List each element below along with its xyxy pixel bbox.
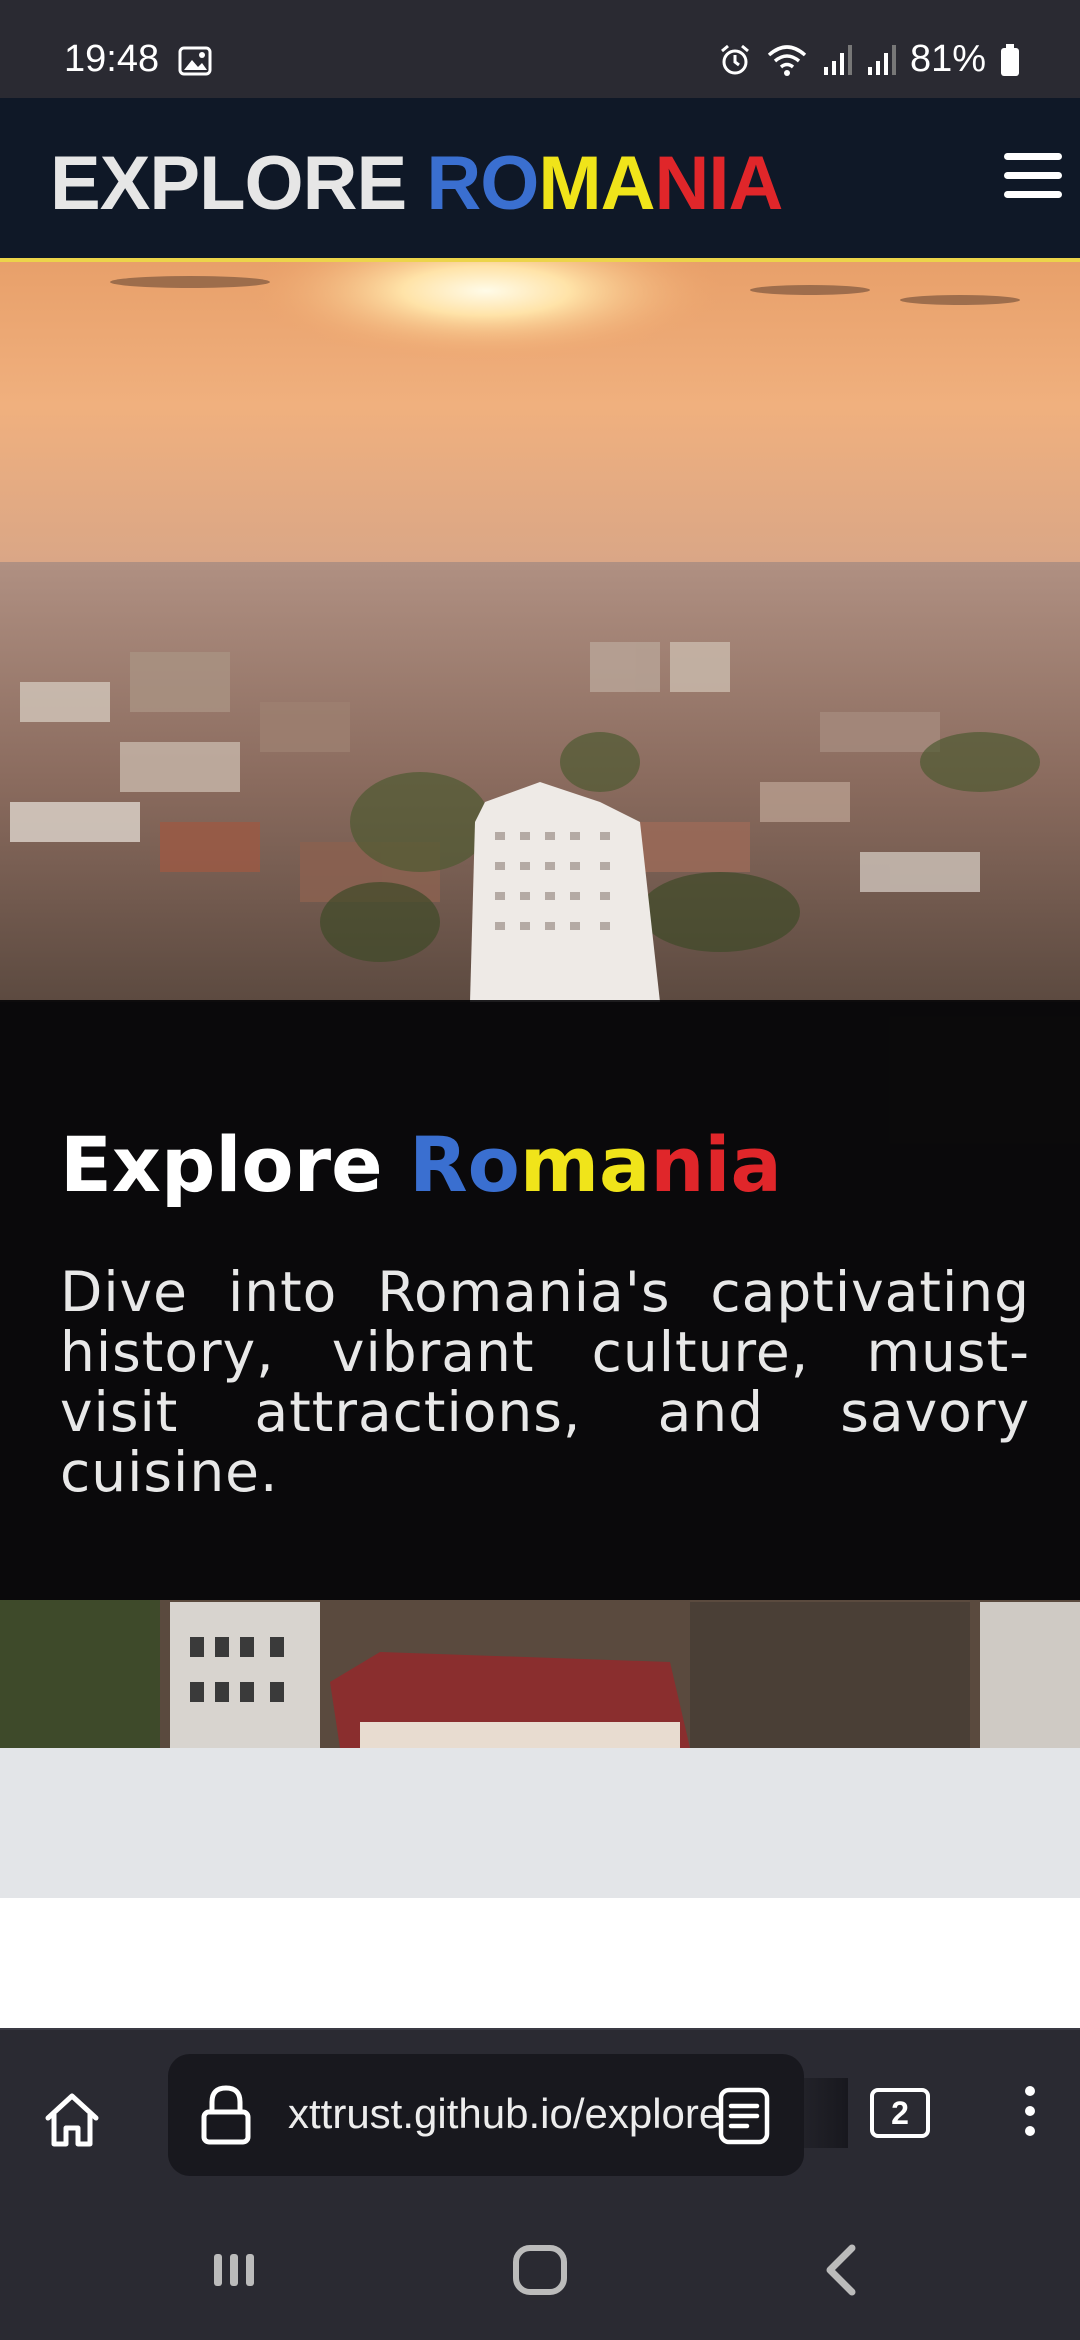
status-bar: 19:48 81%	[0, 0, 1080, 98]
brand-explore: EXPLORE	[50, 141, 427, 226]
hero-title-blue: Ro	[409, 1120, 520, 1209]
more-options-icon[interactable]	[1010, 2080, 1050, 2150]
battery-icon	[1001, 43, 1019, 76]
site-logo[interactable]: EXPLORE ROMANIA	[50, 140, 784, 227]
section-divider	[0, 1748, 1080, 1898]
site-header: EXPLORE ROMANIA	[0, 98, 1080, 262]
signal-icon	[823, 44, 852, 75]
alarm-icon	[720, 44, 749, 74]
brand-red-part: NIA	[654, 141, 784, 226]
hero-title-red: nia	[650, 1120, 782, 1209]
system-home-icon[interactable]	[510, 2240, 570, 2300]
lock-icon	[201, 2085, 251, 2145]
tabs-count-button[interactable]: 2	[870, 2088, 930, 2138]
image-icon	[178, 46, 212, 76]
hero-title-yellow: ma	[519, 1120, 651, 1209]
hamburger-menu-icon[interactable]	[1004, 153, 1062, 203]
status-icons: 81%	[718, 38, 1020, 81]
browser-toolbar: xttrust.github.io/explore 2	[0, 2028, 1080, 2218]
hero-section: Explore Romania Dive into Romania's capt…	[0, 262, 1080, 1748]
wifi-icon	[767, 44, 807, 76]
brand-blue-part: RO	[426, 141, 539, 226]
signal-icon	[867, 44, 896, 75]
reader-mode-icon[interactable]	[716, 2086, 772, 2146]
hero-title: Explore Romania	[60, 1120, 782, 1209]
battery-percent: 81%	[909, 38, 986, 80]
home-icon[interactable]	[40, 2088, 104, 2152]
address-bar[interactable]: xttrust.github.io/explore	[168, 2054, 848, 2176]
recent-apps-icon[interactable]	[210, 2240, 260, 2300]
hero-text-panel: Explore Romania Dive into Romania's capt…	[0, 1000, 1080, 1600]
system-nav-bar	[0, 2218, 1080, 2340]
status-time: 19:48	[64, 38, 160, 80]
hero-title-explore: Explore	[60, 1120, 410, 1209]
url-fade	[768, 2078, 848, 2148]
hero-description: Dive into Romania's captivating history,…	[60, 1260, 1030, 1504]
brand-yellow-part: MA	[538, 141, 655, 226]
back-icon[interactable]	[822, 2240, 862, 2300]
